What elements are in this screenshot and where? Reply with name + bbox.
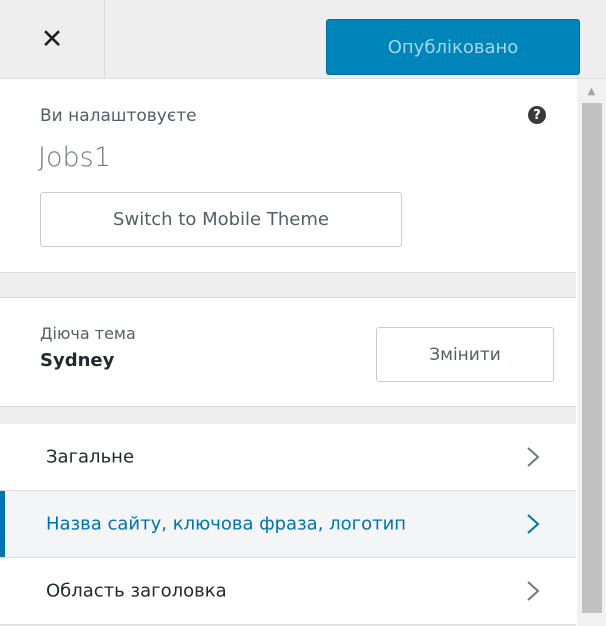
scrollbar-thumb[interactable] (582, 103, 602, 613)
close-button[interactable]: ✕ (0, 0, 105, 78)
customizing-info: Ви налаштовуєте Jobs1 ? Switch to Mobile… (0, 79, 576, 273)
menu-item-label: Загальне (46, 446, 135, 468)
publish-button[interactable]: Опубліковано (326, 19, 580, 75)
chevron-right-icon (522, 513, 544, 535)
change-theme-button[interactable]: Змінити (376, 327, 554, 382)
active-theme-label: Діюча тема (40, 324, 136, 343)
panel-scrollbar[interactable]: ▲ (577, 79, 606, 626)
menu-item-site-identity[interactable]: Назва сайту, ключова фраза, логотип (0, 491, 576, 558)
site-title: Jobs1 (38, 142, 111, 173)
menu-item-label: Область заголовка (46, 580, 227, 602)
scroll-up-arrow-icon[interactable]: ▲ (577, 85, 606, 97)
menu-item-general[interactable]: Загальне (0, 424, 576, 491)
close-icon: ✕ (40, 23, 64, 55)
chevron-right-icon (522, 580, 544, 602)
customizer-header: ✕ Опубліковано (0, 0, 606, 79)
chevron-right-icon (522, 446, 544, 468)
active-indicator (0, 491, 5, 557)
customizing-label: Ви налаштовуєте (40, 106, 197, 126)
menu-item-label: Назва сайту, ключова фраза, логотип (46, 513, 407, 535)
menu-item-header-area[interactable]: Область заголовка (0, 558, 576, 625)
switch-mobile-theme-button[interactable]: Switch to Mobile Theme (40, 192, 402, 247)
customizer-panel: Ви налаштовуєте Jobs1 ? Switch to Mobile… (0, 79, 576, 626)
active-theme-section: Діюча тема Sydney Змінити (0, 297, 576, 407)
help-icon[interactable]: ? (528, 106, 546, 124)
active-theme-name: Sydney (40, 350, 115, 371)
help-glyph: ? (533, 107, 541, 123)
